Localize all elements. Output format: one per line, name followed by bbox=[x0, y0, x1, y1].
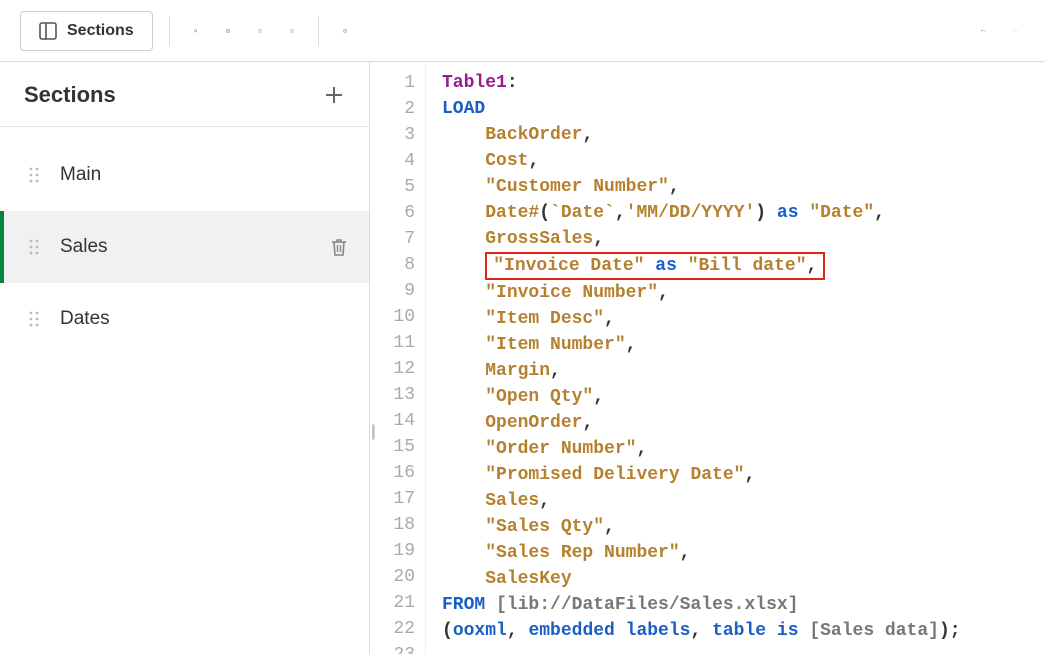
add-section-button[interactable] bbox=[323, 84, 345, 106]
sections-sidebar: Sections Main Sales Dates || bbox=[0, 62, 370, 654]
resize-handle[interactable]: || bbox=[371, 423, 373, 441]
drag-handle-icon[interactable] bbox=[24, 237, 44, 257]
sections-button-label: Sections bbox=[67, 22, 134, 40]
section-label: Dates bbox=[60, 308, 349, 330]
delete-section-button[interactable] bbox=[329, 237, 349, 257]
redo-icon[interactable] bbox=[1005, 21, 1025, 41]
separator bbox=[318, 16, 319, 46]
indent-icon[interactable] bbox=[250, 21, 270, 41]
section-list: Main Sales Dates bbox=[0, 127, 369, 355]
section-item-sales[interactable]: Sales bbox=[0, 211, 369, 283]
section-item-dates[interactable]: Dates bbox=[0, 283, 369, 355]
panel-icon bbox=[39, 22, 57, 40]
sidebar-title: Sections bbox=[24, 82, 116, 108]
code-area[interactable]: Table1:LOAD BackOrder, Cost, "Customer N… bbox=[426, 62, 1045, 654]
sections-button[interactable]: Sections bbox=[20, 11, 153, 51]
help-icon[interactable] bbox=[335, 21, 355, 41]
line-gutter: 1234567891011121314151617181920212223 bbox=[370, 62, 426, 654]
drag-handle-icon[interactable] bbox=[24, 165, 44, 185]
top-toolbar: Sections bbox=[0, 0, 1045, 62]
section-label: Sales bbox=[60, 236, 313, 258]
drag-handle-icon[interactable] bbox=[24, 309, 44, 329]
comment-icon[interactable] bbox=[218, 21, 238, 41]
undo-icon[interactable] bbox=[973, 21, 993, 41]
outdent-icon[interactable] bbox=[282, 21, 302, 41]
script-editor[interactable]: 1234567891011121314151617181920212223 Ta… bbox=[370, 62, 1045, 654]
section-item-main[interactable]: Main bbox=[0, 139, 369, 211]
search-icon[interactable] bbox=[186, 21, 206, 41]
section-label: Main bbox=[60, 164, 349, 186]
separator bbox=[169, 16, 170, 46]
